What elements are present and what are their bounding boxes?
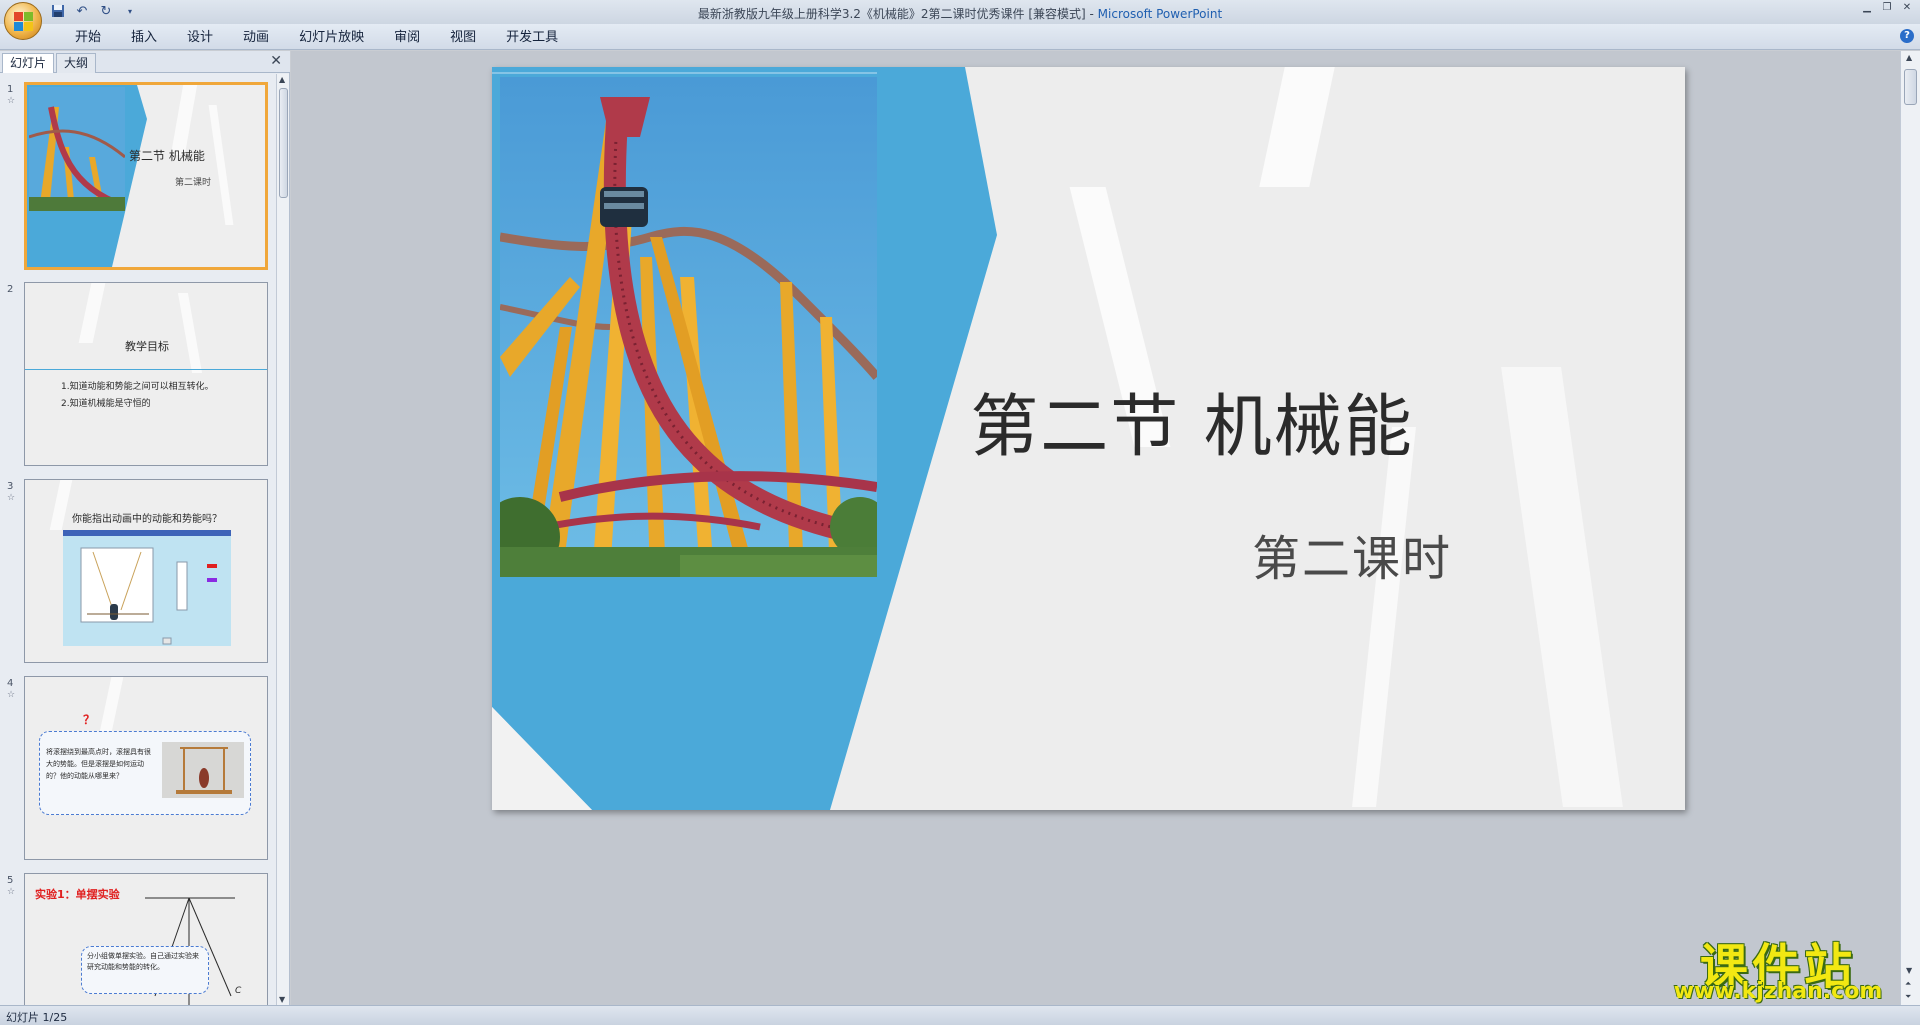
- ribbon: 开始 插入 设计 动画 幻灯片放映 审阅 视图 开发工具 ?: [0, 24, 1920, 50]
- callout-box: 分小组做单摆实验。自己通过实验来研究动能和势能的转化。: [81, 946, 209, 994]
- thumbnail-number: 1: [7, 84, 14, 95]
- tab-developer[interactable]: 开发工具: [491, 29, 573, 47]
- thumbnail-text: 分小组做单摆实验。自己通过实验来研究动能和势能的转化。: [87, 952, 199, 971]
- site-watermark: 课件站 www.kjzhan.com: [1658, 927, 1898, 1007]
- current-slide[interactable]: 第二节 机械能 第二课时: [492, 67, 1685, 810]
- help-icon[interactable]: ?: [1900, 29, 1914, 43]
- animation-star-icon: ☆: [7, 96, 16, 106]
- thumbnail-title: 你能指出动画中的动能和势能吗？: [72, 514, 222, 525]
- slide-thumbnail-list: 1 ☆ 第二节 机械能 第二课时 2 教学目标 1.知道动能和势能之间可以相互转…: [0, 74, 274, 1005]
- title-bar: ↶ ↻ ▾ 最新浙教版九年级上册科学3.2《机械能》2第二课时优秀课件 [兼容模…: [0, 0, 1920, 40]
- pane-tabs: 幻灯片 大纲 ✕: [0, 51, 290, 73]
- slide-title[interactable]: 第二节 机械能: [932, 371, 1452, 470]
- slide-counter: 幻灯片 1/25: [6, 1011, 68, 1024]
- tab-insert[interactable]: 插入: [116, 29, 172, 47]
- slide-subtitle[interactable]: 第二课时: [1192, 519, 1512, 589]
- thumbnail-number: 3: [7, 481, 14, 492]
- scrollbar-thumb[interactable]: [279, 88, 288, 198]
- slides-pane: 幻灯片 大纲 ✕ 1 ☆ 第二节 机械能 第二课时 2 教学目标 1.知道动能和…: [0, 51, 290, 1005]
- previous-slide-icon[interactable]: ⏶: [1905, 979, 1911, 989]
- roller-coaster-image: [500, 77, 877, 577]
- slide-thumbnail[interactable]: 第二节 机械能 第二课时: [24, 82, 268, 270]
- thumbnail-title: 第二节 机械能: [129, 149, 205, 163]
- office-logo-icon: [14, 12, 34, 32]
- scroll-up-icon[interactable]: ▲: [1906, 53, 1912, 62]
- next-slide-icon[interactable]: ⏷: [1905, 992, 1911, 1002]
- window-title: 最新浙教版九年级上册科学3.2《机械能》2第二课时优秀课件 [兼容模式] - M…: [697, 7, 1223, 21]
- tab-home[interactable]: 开始: [60, 29, 116, 47]
- minimize-icon[interactable]: ▁: [1860, 2, 1874, 14]
- question-mark: ？: [83, 713, 96, 727]
- window-controls: ▁ ❐ ✕: [1860, 2, 1914, 14]
- thumbnail-subtitle: 第二课时: [175, 178, 212, 188]
- ribbon-tabs: 开始 插入 设计 动画 幻灯片放映 审阅 视图 开发工具: [60, 29, 573, 47]
- scroll-down-icon[interactable]: ▼: [1906, 966, 1912, 975]
- thumbnail-title: 教学目标: [125, 340, 169, 353]
- title-divider: [25, 369, 267, 370]
- tab-slides[interactable]: 幻灯片: [2, 53, 55, 73]
- powerpoint-window: ↶ ↻ ▾ 最新浙教版九年级上册科学3.2《机械能》2第二课时优秀课件 [兼容模…: [0, 0, 1920, 1025]
- tab-slideshow[interactable]: 幻灯片放映: [284, 29, 379, 47]
- scrollbar-thumb[interactable]: [1904, 69, 1917, 105]
- rolling-pendulum-photo: [162, 742, 244, 798]
- label-c: C: [235, 986, 242, 996]
- animation-star-icon: ☆: [7, 690, 16, 700]
- tab-view[interactable]: 视图: [435, 29, 491, 47]
- thumbnail-number: 2: [7, 284, 14, 295]
- thumbnail-title: 实验1：单摆实验: [35, 888, 120, 901]
- tab-review[interactable]: 审阅: [379, 29, 435, 47]
- animation-star-icon: ☆: [7, 493, 16, 503]
- office-button[interactable]: [4, 2, 42, 40]
- thumbnails-scrollbar[interactable]: ▲ ▼: [276, 74, 289, 1005]
- close-icon[interactable]: ✕: [1900, 2, 1914, 14]
- tab-animations[interactable]: 动画: [228, 29, 284, 47]
- roller-coaster-thumbnail-image: [29, 87, 125, 211]
- thumbnail-text: 将滚摆绕到最高点时，滚摆具有很大的势能。但是滚摆是如何运动的？他的动能从哪里来？: [46, 748, 151, 780]
- callout-box: 将滚摆绕到最高点时，滚摆具有很大的势能。但是滚摆是如何运动的？他的动能从哪里来？: [39, 731, 251, 815]
- watermark-url: www.kjzhan.com: [1673, 979, 1883, 1004]
- animation-star-icon: ☆: [7, 887, 16, 897]
- slide-thumbnail[interactable]: ？ 将滚摆绕到最高点时，滚摆具有很大的势能。但是滚摆是如何运动的？他的动能从哪里…: [24, 676, 268, 860]
- tab-outline[interactable]: 大纲: [56, 53, 97, 73]
- slide-thumbnail[interactable]: 教学目标 1.知道动能和势能之间可以相互转化。 2.知道机械能是守恒的: [24, 282, 268, 466]
- scroll-up-icon[interactable]: ▲: [279, 75, 285, 84]
- slide-editor: 第二节 机械能 第二课时: [291, 51, 1900, 1005]
- thumbnail-number: 4: [7, 678, 14, 689]
- pendulum-animation-screenshot: [63, 530, 231, 646]
- slide-thumbnail[interactable]: 你能指出动画中的动能和势能吗？: [24, 479, 268, 663]
- restore-icon[interactable]: ❐: [1880, 2, 1894, 14]
- close-icon[interactable]: ✕: [270, 53, 282, 69]
- thumbnail-line: 2.知道机械能是守恒的: [61, 399, 151, 409]
- status-bar: 幻灯片 1/25: [0, 1005, 1920, 1025]
- tab-design[interactable]: 设计: [172, 29, 228, 47]
- editor-scrollbar[interactable]: ▲ ▼ ⏶ ⏷: [1900, 51, 1920, 1005]
- slide-thumbnail[interactable]: 实验1：单摆实验 分小组做单摆实验。自己通过实验来研究动能和势能的转化。 C: [24, 873, 268, 1005]
- thumbnail-number: 5: [7, 875, 14, 886]
- scroll-down-icon[interactable]: ▼: [279, 995, 285, 1004]
- roller-coaster-photo[interactable]: [500, 77, 877, 577]
- thumbnail-line: 1.知道动能和势能之间可以相互转化。: [61, 382, 214, 392]
